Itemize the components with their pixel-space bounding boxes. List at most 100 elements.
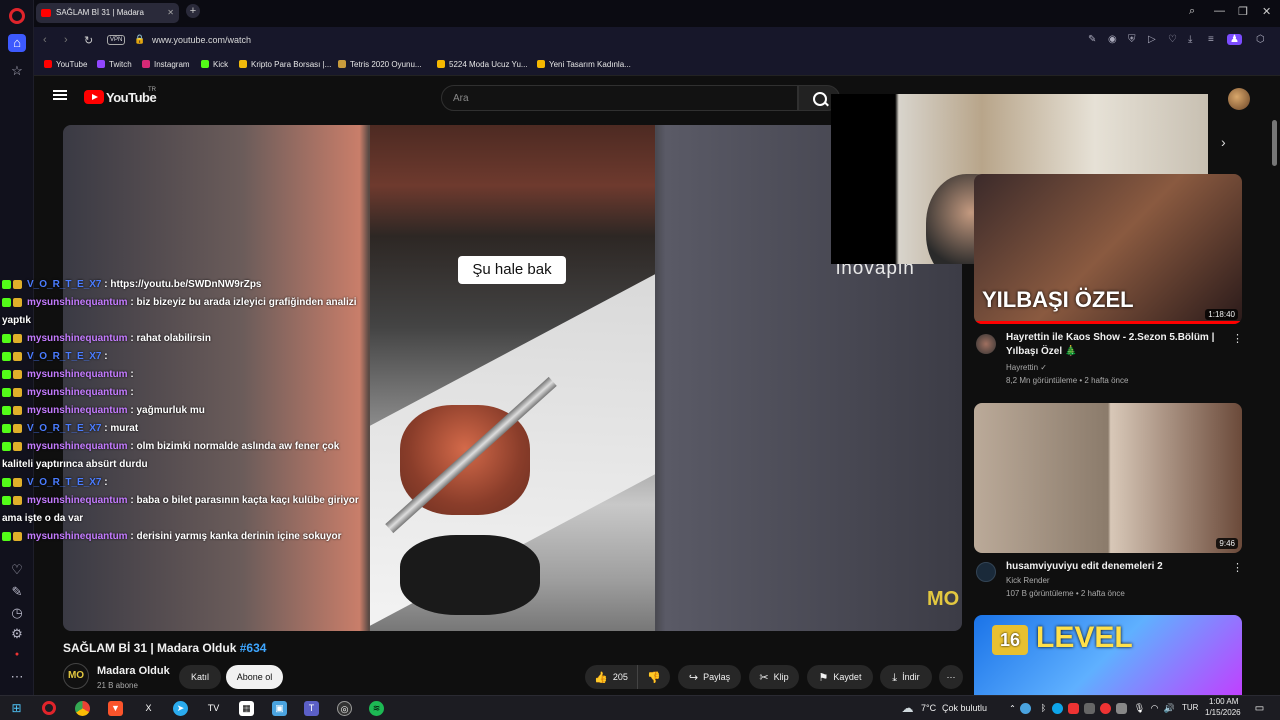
chat-username[interactable]: mysunshinequantum bbox=[27, 405, 128, 416]
channel-name[interactable]: Madara Olduk bbox=[97, 665, 170, 677]
history-icon[interactable]: ◷ bbox=[8, 604, 26, 622]
chat-username[interactable]: mysunshinequantum bbox=[27, 441, 128, 452]
join-button[interactable]: Katıl bbox=[179, 665, 221, 689]
camera-icon[interactable]: ◉ bbox=[1108, 34, 1117, 45]
opera-logo-icon[interactable] bbox=[9, 8, 25, 24]
clock-date[interactable]: 1/15/2026 bbox=[1205, 708, 1241, 717]
chat-username[interactable]: mysunshinequantum bbox=[27, 495, 128, 506]
volume-icon[interactable]: 🔊 bbox=[1162, 701, 1177, 716]
search-tabs-icon[interactable]: ⌕ bbox=[1189, 5, 1195, 18]
bookmark-twitch[interactable]: Twitch bbox=[97, 60, 132, 69]
obs-icon[interactable]: ◎ bbox=[337, 701, 352, 716]
windows-start-icon[interactable]: ⊞ bbox=[9, 701, 24, 716]
maximize-icon[interactable]: ❐ bbox=[1238, 5, 1248, 18]
vpn-badge[interactable]: VPN bbox=[107, 35, 126, 45]
close-window-icon[interactable]: ✕ bbox=[1262, 5, 1271, 18]
tradingview-icon[interactable]: TV bbox=[206, 701, 221, 716]
weather-icon[interactable]: ☁ bbox=[900, 701, 915, 716]
bookmark-youtube[interactable]: YouTube bbox=[44, 60, 87, 69]
download-button[interactable]: ⤓ İndir bbox=[880, 665, 932, 689]
bookmark-kripto[interactable]: Kripto Para Borsası |... bbox=[239, 60, 331, 69]
tray-app-icon[interactable] bbox=[1100, 703, 1111, 714]
chrome-icon[interactable] bbox=[75, 701, 90, 716]
reco-title[interactable]: Hayrettin ile Kaos Show - 2.Sezon 5.Bölü… bbox=[1006, 331, 1226, 359]
lock-icon[interactable]: 🔒 bbox=[134, 34, 145, 45]
chat-username[interactable]: V_O_R_T_E_X7 bbox=[27, 423, 102, 434]
bluetooth-icon[interactable]: ᛒ bbox=[1036, 701, 1051, 716]
reco-thumb-3[interactable]: 16 LEVEL bbox=[974, 615, 1242, 695]
channel-avatar[interactable] bbox=[976, 562, 996, 582]
bookmark-tetris[interactable]: Tetris 2020 Oyunu... bbox=[338, 60, 422, 69]
search-input[interactable]: Ara bbox=[441, 85, 798, 111]
settings-icon[interactable]: ⚙ bbox=[8, 625, 26, 643]
home-icon[interactable]: ⌂ bbox=[8, 34, 26, 52]
x-icon[interactable]: X bbox=[141, 701, 156, 716]
profile-icon[interactable]: ♟ bbox=[1227, 34, 1242, 45]
tray-app-icon[interactable] bbox=[1084, 703, 1095, 714]
edit-url-icon[interactable]: ✎ bbox=[1088, 34, 1096, 45]
reco-channel[interactable]: Hayrettin ✓ bbox=[1006, 363, 1047, 372]
channel-avatar[interactable] bbox=[976, 334, 996, 354]
record-icon[interactable]: ● bbox=[8, 646, 26, 664]
bookmark-moda[interactable]: 5224 Moda Ucuz Yu... bbox=[437, 60, 528, 69]
heart-icon[interactable]: ♡ bbox=[8, 561, 26, 579]
forward-icon[interactable]: › bbox=[64, 34, 68, 46]
reco-thumb-1[interactable]: YILBAŞI ÖZEL 1:18:40 bbox=[974, 174, 1242, 324]
reload-icon[interactable]: ↻ bbox=[84, 34, 93, 47]
tray-app-icon[interactable] bbox=[1068, 703, 1079, 714]
bookmark-kick[interactable]: Kick bbox=[201, 60, 228, 69]
menu-icon[interactable] bbox=[53, 90, 67, 100]
chat-username[interactable]: mysunshinequantum bbox=[27, 297, 128, 308]
shield-icon[interactable]: ⛨ bbox=[1128, 34, 1136, 45]
reco-thumb-2[interactable]: 9:46 bbox=[974, 403, 1242, 553]
star-icon[interactable]: ☆ bbox=[8, 62, 26, 80]
bookmark-instagram[interactable]: Instagram bbox=[142, 60, 190, 69]
close-tab-icon[interactable]: ✕ bbox=[167, 3, 174, 23]
channel-avatar[interactable]: MO bbox=[63, 663, 89, 689]
clock-time[interactable]: 1:00 AM bbox=[1209, 697, 1238, 706]
avatar[interactable] bbox=[1228, 88, 1250, 110]
heart-icon[interactable]: ♡ bbox=[1168, 34, 1177, 45]
spotify-icon[interactable]: ≋ bbox=[369, 701, 384, 716]
photos-icon[interactable]: ▣ bbox=[272, 701, 287, 716]
channel-watermark[interactable]: MO bbox=[927, 588, 959, 611]
save-button[interactable]: ⚑ Kaydet bbox=[807, 665, 873, 689]
weather-temp[interactable]: 7°C bbox=[921, 703, 936, 713]
tray-app-icon[interactable] bbox=[1116, 703, 1127, 714]
youtube-logo-icon[interactable] bbox=[84, 90, 104, 104]
weather-text[interactable]: Çok bulutlu bbox=[942, 703, 987, 713]
chat-username[interactable]: mysunshinequantum bbox=[27, 369, 128, 380]
subscribe-button[interactable]: Abone ol bbox=[226, 665, 283, 689]
chat-username[interactable]: mysunshinequantum bbox=[27, 387, 128, 398]
teams-icon[interactable]: T bbox=[304, 701, 319, 716]
more-options-icon[interactable]: ⋮ bbox=[1232, 332, 1243, 345]
download-icon[interactable]: ⤓ bbox=[1188, 34, 1192, 45]
tray-app-icon[interactable] bbox=[1020, 703, 1031, 714]
chat-username[interactable]: V_O_R_T_E_X7 bbox=[27, 477, 102, 488]
bookmark-tasarim[interactable]: Yeni Tasarım Kadınla... bbox=[537, 60, 631, 69]
chat-username[interactable]: mysunshinequantum bbox=[27, 531, 128, 542]
opera-taskbar-icon[interactable] bbox=[42, 701, 56, 715]
back-icon[interactable]: ‹ bbox=[43, 34, 47, 46]
telegram-icon[interactable]: ➤ bbox=[173, 701, 188, 716]
edit-icon[interactable]: ✎ bbox=[8, 583, 26, 601]
clip-button[interactable]: ✂ Klip bbox=[749, 665, 799, 689]
language-indicator[interactable]: TUR bbox=[1182, 703, 1198, 712]
reco-title[interactable]: husamviyuviyu edit denemeleri 2 bbox=[1006, 560, 1226, 574]
cube-icon[interactable]: ⬡ bbox=[1256, 34, 1265, 45]
microphone-icon[interactable]: 🎙 bbox=[1132, 701, 1147, 716]
share-button[interactable]: ↪ Paylaş bbox=[678, 665, 741, 689]
more-actions-button[interactable]: ⋯ bbox=[939, 665, 963, 689]
tab-youtube[interactable]: SAĞLAM Bİ 31 | Madara ✕ bbox=[36, 3, 179, 23]
dislike-button[interactable]: 👎 bbox=[637, 665, 670, 689]
more-icon[interactable]: ⋯ bbox=[8, 668, 26, 686]
reco-channel[interactable]: Kick Render bbox=[1006, 576, 1050, 585]
like-button[interactable]: 👍 205 bbox=[585, 665, 637, 689]
menu-icon[interactable]: ≡ bbox=[1208, 34, 1214, 45]
more-options-icon[interactable]: ⋮ bbox=[1232, 561, 1243, 574]
chevron-up-icon[interactable]: ⌃ bbox=[1005, 701, 1020, 716]
brave-icon[interactable]: ▼ bbox=[108, 701, 123, 716]
new-tab-button[interactable]: + bbox=[186, 4, 200, 18]
wifi-icon[interactable]: ◠ bbox=[1147, 701, 1162, 716]
tray-app-icon[interactable] bbox=[1052, 703, 1063, 714]
